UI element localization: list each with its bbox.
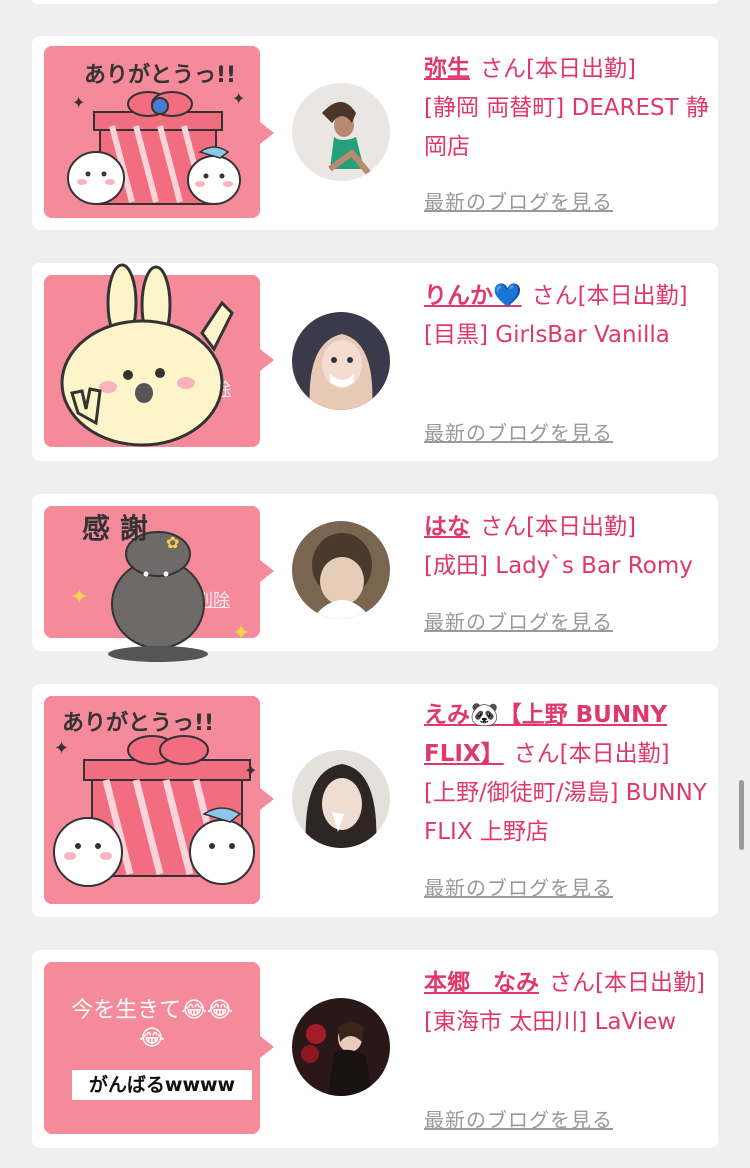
blog-card: ありがとうっ!! ✦ ✦ えみ🐼【上野 BUNNY FLIX】 さん[本日出勤] [… [32, 684, 718, 917]
name-link[interactable]: 本郷 なみ [424, 970, 539, 996]
bubble-tail [260, 788, 274, 810]
shop-location: [東海市 太田川] LaView [424, 1009, 677, 1035]
avatar[interactable] [292, 83, 390, 181]
latest-blog-link[interactable]: 最新のブログを見る [424, 417, 613, 446]
shop-location: [静岡 両替町] DEAREST 静岡店 [424, 95, 710, 160]
message-caption: がんばるwwww [72, 1070, 252, 1100]
info-block: りんか💙 さん[本日出勤] [目黒] GirlsBar Vanilla [424, 277, 714, 355]
message-emoji: 😂 [139, 1026, 165, 1051]
info-block: 本郷 なみ さん[本日出勤] [東海市 太田川] LaView [424, 964, 714, 1042]
message-bubble: ありがとうっ!! ✦ ✦ [44, 46, 260, 218]
avatar[interactable] [292, 521, 390, 619]
latest-blog-link[interactable]: 最新のブログを見る [424, 186, 613, 215]
previous-card-edge [32, 0, 718, 4]
bubble-tail [260, 122, 274, 144]
latest-blog-link[interactable]: 最新のブログを見る [424, 872, 613, 901]
svg-text:✦: ✦ [54, 738, 69, 759]
svg-text:✦: ✦ [232, 89, 245, 108]
info-block: 弥生 さん[本日出勤] [静岡 両替町] DEAREST 静岡店 [424, 50, 714, 167]
svg-text:✦: ✦ [72, 93, 85, 112]
avatar[interactable] [292, 998, 390, 1096]
status-text: さん[本日出勤] [513, 741, 670, 767]
svg-text:✿: ✿ [166, 533, 179, 552]
status-text: さん[本日出勤] [480, 514, 636, 540]
shop-location: [目黒] GirlsBar Vanilla [424, 322, 670, 348]
latest-blog-link[interactable]: 最新のブログを見る [424, 1104, 613, 1133]
message-text: 今を生きて😂😂 [71, 998, 233, 1023]
bubble-tail [260, 1036, 274, 1058]
sticker-text: 感 謝 [82, 512, 148, 545]
message-bubble: 今を生きて😂😂 😂 がんばるwwww [44, 962, 260, 1134]
bubble-tail [260, 560, 274, 582]
info-block: はな さん[本日出勤] [成田] Lady`s Bar Romy [424, 508, 714, 586]
shop-location: [成田] Lady`s Bar Romy [424, 553, 693, 579]
svg-text:✦: ✦ [70, 585, 88, 610]
sticker-text: ありがとうっ!! [84, 62, 236, 88]
thanks-sticker: 感 謝 ✦ ✦ ✿ [70, 512, 250, 662]
svg-text:✦: ✦ [244, 761, 257, 780]
avatar[interactable] [292, 312, 390, 410]
avatar[interactable] [292, 750, 390, 848]
sticker-text: ありがとうっ!! [62, 710, 214, 736]
gift-sticker: ありがとうっ!! ✦ ✦ [44, 696, 260, 904]
rabbit-sticker [60, 263, 234, 447]
shop-location: [上野/御徒町/湯島] BUNNY FLIX 上野店 [424, 780, 707, 845]
info-block: えみ🐼【上野 BUNNY FLIX】 さん[本日出勤] [上野/御徒町/湯島] B… [424, 696, 714, 852]
blog-card: ありがとうっ!! ✦ ✦ 弥生 さん[本日出勤] [静岡 両替町] DEAREST … [32, 36, 718, 230]
gift-sticker: ありがとうっ!! ✦ ✦ [44, 46, 260, 218]
bubble-tail [260, 349, 274, 371]
blog-card: 削除 感 謝 ✦ ✦ ✿ はな さん[本日出勤] [成田] Lady`s Bar … [32, 494, 718, 662]
message-bubble: ありがとうっ!! ✦ ✦ [44, 696, 260, 904]
status-text: さん[本日出勤] [480, 56, 636, 82]
blog-card: 除 りんか💙さん[本日出勤] [目黒] GirlsBar Vanilla 最新の… [32, 263, 718, 461]
status-text: さん[本日出勤] [531, 283, 688, 309]
name-link[interactable]: はな [424, 514, 470, 540]
name-link[interactable]: 弥生 [424, 56, 470, 82]
scrollbar[interactable] [739, 780, 744, 850]
blog-card: 今を生きて😂😂 😂 がんばるwwww 本郷 なみ さん[本日出勤] [東海市 太田… [32, 950, 718, 1148]
latest-blog-link[interactable]: 最新のブログを見る [424, 606, 613, 635]
status-text: さん[本日出勤] [549, 970, 705, 996]
svg-text:✦: ✦ [232, 621, 250, 646]
name-link[interactable]: りんか💙 [424, 283, 522, 309]
